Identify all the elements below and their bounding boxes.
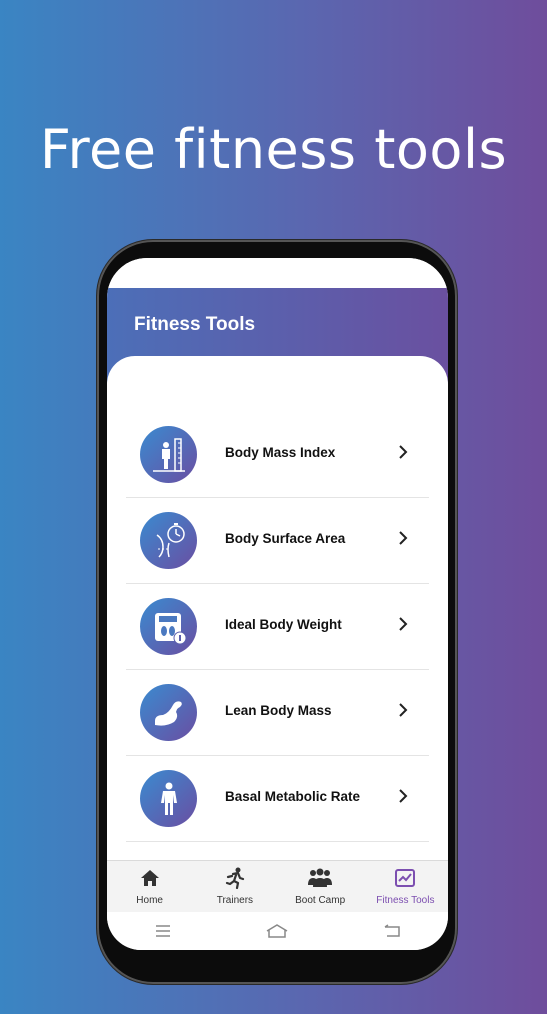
nav-item-home[interactable]: Home bbox=[107, 861, 192, 913]
system-navigation-bar bbox=[107, 912, 448, 950]
tool-label: Body Surface Area bbox=[225, 531, 346, 546]
tool-list: Body Mass Index Body Surface Area Ideal … bbox=[126, 412, 429, 842]
chevron-right-icon bbox=[399, 703, 408, 717]
nav-item-trainers[interactable]: Trainers bbox=[192, 861, 277, 913]
weight-scale-icon bbox=[140, 598, 197, 655]
human-body-icon bbox=[140, 770, 197, 827]
chart-icon bbox=[363, 867, 448, 889]
runner-icon bbox=[192, 867, 277, 889]
tool-label: Ideal Body Weight bbox=[225, 617, 342, 632]
tool-item-ideal-body-weight[interactable]: Ideal Body Weight bbox=[126, 584, 429, 670]
height-scale-icon bbox=[140, 426, 197, 483]
recents-icon[interactable] bbox=[154, 924, 172, 938]
page-title: Fitness Tools bbox=[134, 314, 256, 335]
tool-item-body-mass-index[interactable]: Body Mass Index bbox=[126, 412, 429, 498]
group-icon bbox=[278, 867, 363, 889]
tool-item-lean-body-mass[interactable]: Lean Body Mass bbox=[126, 670, 429, 756]
tool-item-basal-metabolic-rate[interactable]: Basal Metabolic Rate bbox=[126, 756, 429, 842]
tool-label: Lean Body Mass bbox=[225, 703, 332, 718]
nav-item-boot-camp[interactable]: Boot Camp bbox=[278, 861, 363, 913]
home-icon bbox=[107, 867, 192, 889]
promo-headline: Free fitness tools bbox=[39, 118, 508, 181]
back-icon[interactable] bbox=[383, 924, 401, 938]
tool-item-body-surface-area[interactable]: Body Surface Area bbox=[126, 498, 429, 584]
nav-label: Home bbox=[136, 895, 163, 906]
phone-screen: Fitness Tools Body Mass Index Body Surfa… bbox=[107, 258, 448, 950]
tool-label: Body Mass Index bbox=[225, 445, 336, 460]
chevron-right-icon bbox=[399, 789, 408, 803]
status-bar bbox=[107, 258, 448, 288]
bottom-nav: Home Trainers Boot Camp Fitness Tools bbox=[107, 860, 448, 913]
chevron-right-icon bbox=[399, 617, 408, 631]
tool-label: Basal Metabolic Rate bbox=[225, 789, 361, 804]
tools-panel: Body Mass Index Body Surface Area Ideal … bbox=[107, 356, 448, 876]
home-button-icon[interactable] bbox=[265, 923, 289, 939]
nav-label: Boot Camp bbox=[295, 895, 346, 906]
nav-label: Trainers bbox=[216, 895, 254, 906]
chevron-right-icon bbox=[399, 445, 408, 459]
chevron-right-icon bbox=[399, 531, 408, 545]
body-stopwatch-icon bbox=[140, 512, 197, 569]
flexed-arm-icon bbox=[140, 684, 197, 741]
nav-label: Fitness Tools bbox=[376, 895, 435, 906]
nav-item-fitness-tools[interactable]: Fitness Tools bbox=[363, 861, 448, 913]
